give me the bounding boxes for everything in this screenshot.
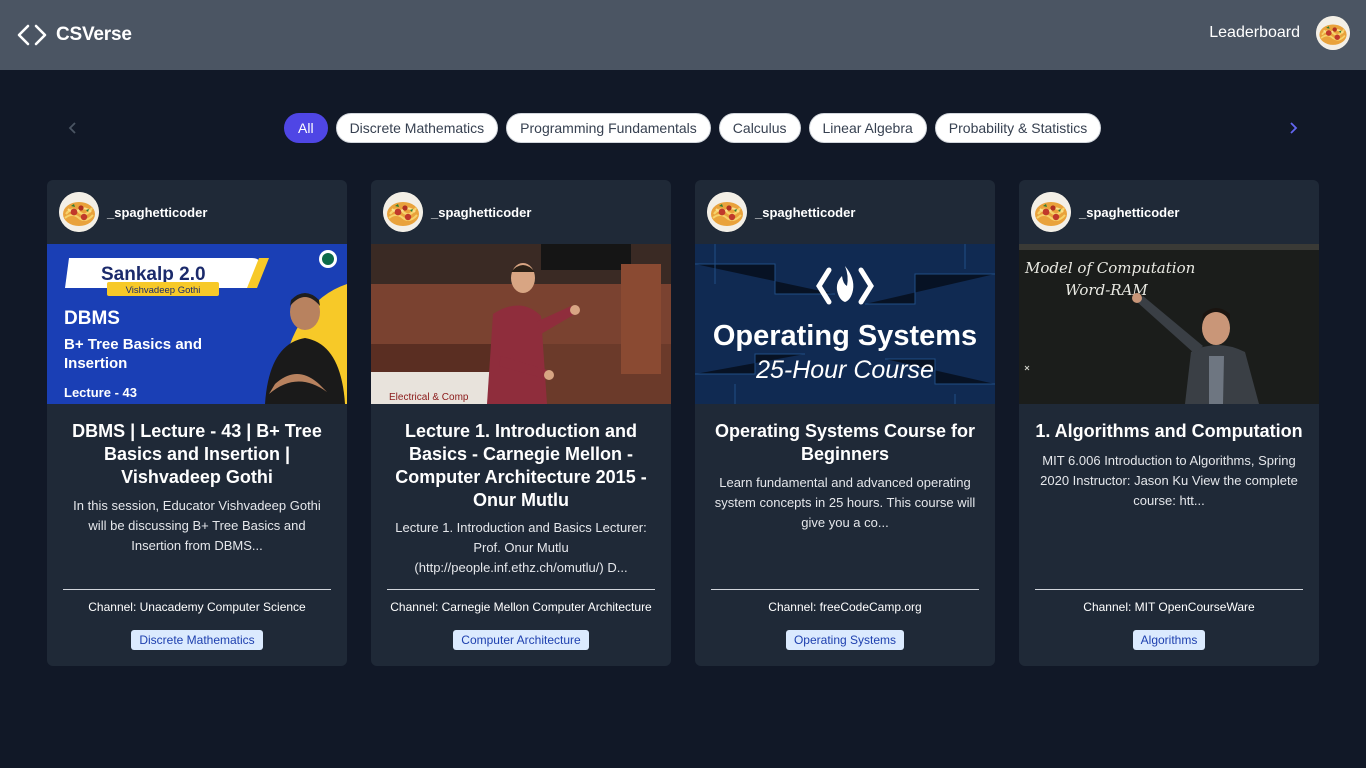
video-description: MIT 6.006 Introduction to Algorithms, Sp… xyxy=(1040,453,1298,508)
video-title[interactable]: DBMS | Lecture - 43 | B+ Tree Basics and… xyxy=(63,420,331,489)
category-tag[interactable]: Operating Systems xyxy=(785,630,905,650)
video-thumbnail[interactable]: Sankalp 2.0 Vishvadeep Gothi DBMS B+ Tre… xyxy=(47,244,347,404)
thumb-brand: Sankalp 2.0 xyxy=(101,264,206,285)
video-card[interactable]: _spaghetticoder Operating Systems 25-Hou… xyxy=(695,180,995,666)
video-channel: Channel: freeCodeCamp.org xyxy=(768,600,922,614)
video-channel: Channel: MIT OpenCourseWare xyxy=(1083,600,1255,614)
author-username: _spaghetticoder xyxy=(107,204,208,220)
board-line1: Model of Computation xyxy=(1024,259,1195,277)
top-navbar: CSVerse Leaderboard xyxy=(0,0,1366,70)
video-title[interactable]: Lecture 1. Introduction and Basics - Car… xyxy=(387,420,655,512)
author-avatar xyxy=(59,192,99,232)
user-avatar[interactable] xyxy=(1316,16,1350,50)
video-channel: Channel: Unacademy Computer Science xyxy=(88,600,306,614)
chevron-left-icon[interactable] xyxy=(61,112,85,144)
author-avatar xyxy=(1031,192,1071,232)
video-title[interactable]: 1. Algorithms and Computation xyxy=(1035,420,1303,443)
category-chip-probability-statistics[interactable]: Probability & Statistics xyxy=(934,113,1102,143)
category-chip-discrete-mathematics[interactable]: Discrete Mathematics xyxy=(335,113,499,143)
card-divider xyxy=(711,589,979,590)
video-description: Learn fundamental and advanced operating… xyxy=(714,475,976,530)
video-title[interactable]: Operating Systems Course for Beginners xyxy=(711,420,979,466)
category-tag[interactable]: Computer Architecture xyxy=(453,630,589,650)
thumb-topic-line2: Insertion xyxy=(64,355,127,372)
author-avatar xyxy=(707,192,747,232)
category-chip-calculus[interactable]: Calculus xyxy=(718,113,801,143)
brand-home-link[interactable]: CSVerse xyxy=(16,22,132,48)
category-tag[interactable]: Discrete Mathematics xyxy=(131,630,263,650)
category-filter-bar: All Discrete Mathematics Programming Fun… xyxy=(0,112,1366,144)
video-card[interactable]: _spaghetticoder Electrical & Comp Lectur… xyxy=(371,180,671,666)
video-thumbnail[interactable]: Operating Systems 25-Hour Course xyxy=(695,244,995,404)
thumb-lecture: Lecture - 43 xyxy=(64,385,137,400)
chevron-right-icon[interactable] xyxy=(1281,112,1305,144)
video-description: In this session, Educator Vishvadeep Got… xyxy=(73,498,321,553)
author-username: _spaghetticoder xyxy=(755,204,856,220)
brand-name: CSVerse xyxy=(56,24,132,45)
card-divider xyxy=(387,589,655,590)
card-divider xyxy=(1035,589,1303,590)
thumb-educator: Vishvadeep Gothi xyxy=(126,285,201,296)
card-divider xyxy=(63,589,331,590)
thumb-line2: 25-Hour Course xyxy=(755,356,934,384)
thumb-subject: DBMS xyxy=(64,308,120,329)
video-card[interactable]: _spaghetticoder Sankalp 2.0 Vishvadeep G… xyxy=(47,180,347,666)
author-username: _spaghetticoder xyxy=(1079,204,1180,220)
video-description: Lecture 1. Introduction and Basics Lectu… xyxy=(395,520,647,575)
category-tag[interactable]: Algorithms xyxy=(1132,630,1206,650)
leaderboard-link[interactable]: Leaderboard xyxy=(1209,24,1300,42)
video-channel: Channel: Carnegie Mellon Computer Archit… xyxy=(390,600,652,614)
thumb-sign-text: Electrical & Comp xyxy=(389,392,469,403)
thumb-line1: Operating Systems xyxy=(713,320,977,352)
author-username: _spaghetticoder xyxy=(431,204,532,220)
video-thumbnail[interactable]: Model of Computation Word-RAM xyxy=(1019,244,1319,404)
video-thumbnail[interactable]: Electrical & Comp xyxy=(371,244,671,404)
category-chip-programming-fundamentals[interactable]: Programming Fundamentals xyxy=(506,113,711,143)
category-chip-all[interactable]: All xyxy=(284,113,328,143)
code-brackets-icon xyxy=(17,24,47,46)
category-chip-linear-algebra[interactable]: Linear Algebra xyxy=(808,113,927,143)
category-chips: All Discrete Mathematics Programming Fun… xyxy=(284,113,1102,143)
video-card[interactable]: _spaghetticoder Model of Computation Wor… xyxy=(1019,180,1319,666)
thumb-topic-line1: B+ Tree Basics and xyxy=(64,336,202,353)
author-avatar xyxy=(383,192,423,232)
